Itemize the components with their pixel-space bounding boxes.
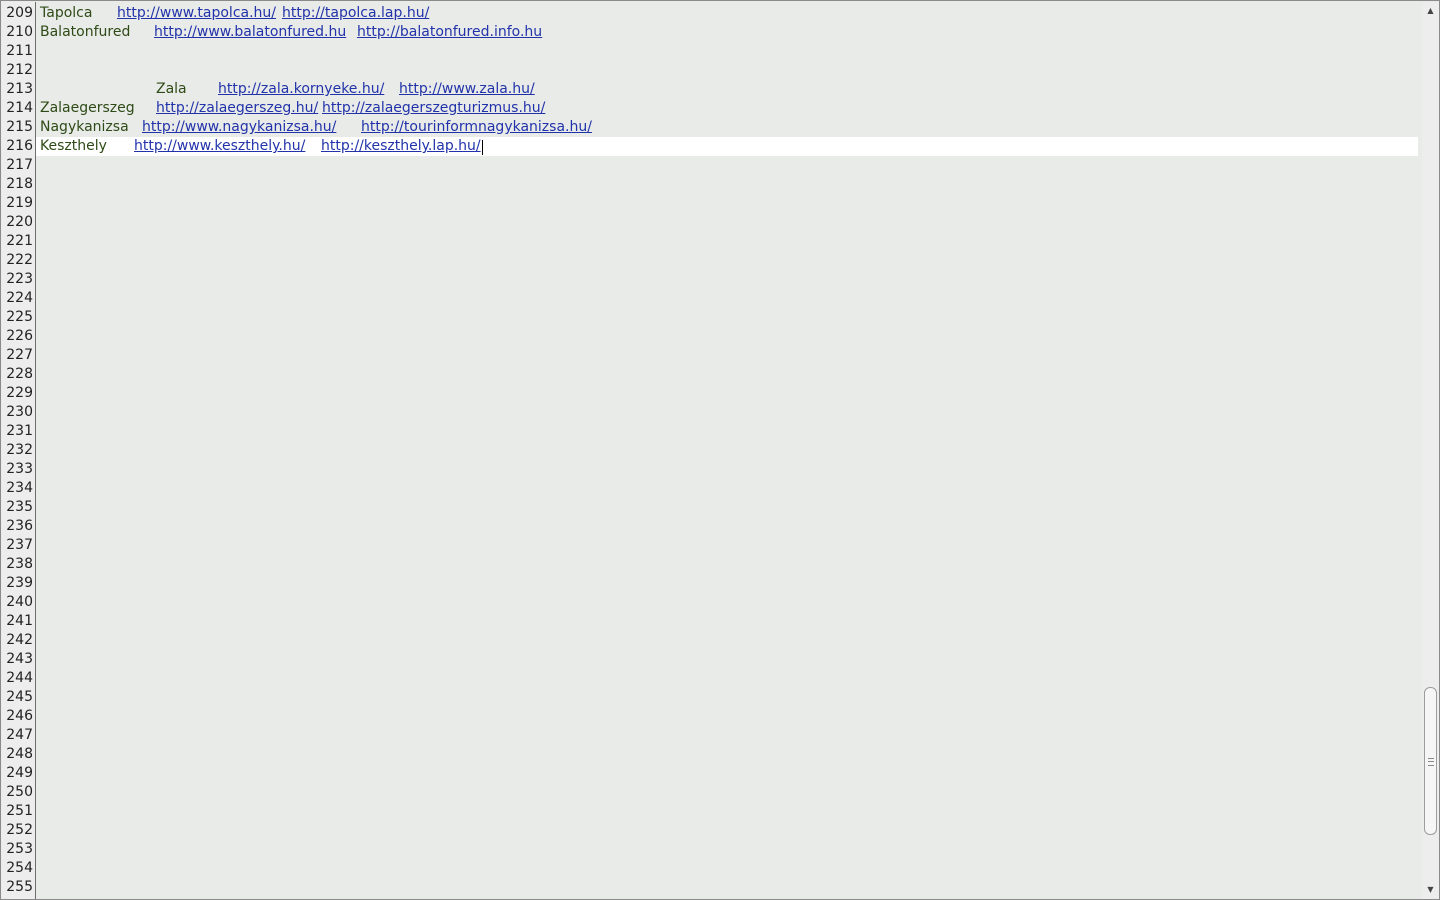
editor-content[interactable]: Tapolca http://www.tapolca.hu/ http://ta…	[36, 2, 1422, 899]
url-link[interactable]: http://www.nagykanizsa.hu/	[142, 118, 336, 137]
line-number: 225	[6, 309, 33, 325]
editor-line-209[interactable]: Tapolca http://www.tapolca.hu/ http://ta…	[36, 4, 1418, 23]
line-number: 236	[6, 518, 33, 534]
line-number: 253	[6, 841, 33, 857]
editor-line-213[interactable]: Zala http://zala.kornyeke.hu/ http://www…	[36, 80, 1418, 99]
line-number: 211	[6, 43, 33, 59]
line-number: 220	[6, 214, 33, 230]
url-link[interactable]: http://balatonfured.info.hu	[357, 23, 542, 42]
url-link[interactable]: http://www.tapolca.hu/	[117, 4, 276, 23]
line-number: 222	[6, 252, 33, 268]
url-link[interactable]: http://keszthely.lap.hu/	[321, 137, 481, 156]
line-number: 231	[6, 423, 33, 439]
vertical-scrollbar[interactable]: ▲ ▼	[1422, 2, 1439, 899]
line-number: 213	[6, 81, 33, 97]
line-number: 214	[6, 100, 33, 116]
editor-line-210[interactable]: Balatonfured http://www.balatonfured.hu …	[36, 23, 1418, 42]
line-number: 229	[6, 385, 33, 401]
url-link[interactable]: http://zala.kornyeke.hu/	[218, 80, 384, 99]
line-number: 244	[6, 670, 33, 686]
line-number: 221	[6, 233, 33, 249]
editor-line-215[interactable]: Nagykanizsa http://www.nagykanizsa.hu/ h…	[36, 118, 1418, 137]
line-number: 249	[6, 765, 33, 781]
line-number: 226	[6, 328, 33, 344]
region-name: Zala	[156, 81, 187, 97]
line-number: 218	[6, 176, 33, 192]
line-number: 246	[6, 708, 33, 724]
line-number: 216	[6, 138, 33, 154]
chevron-up-icon[interactable]: ▲	[1422, 4, 1439, 18]
line-number: 210	[6, 24, 33, 40]
url-link[interactable]: http://zalaegerszegturizmus.hu/	[322, 99, 545, 118]
line-number: 239	[6, 575, 33, 591]
editor-line-216-current[interactable]: Keszthely http://www.keszthely.hu/ http:…	[36, 137, 1418, 156]
line-number: 238	[6, 556, 33, 572]
line-number: 240	[6, 594, 33, 610]
line-number: 219	[6, 195, 33, 211]
line-number: 230	[6, 404, 33, 420]
line-number: 254	[6, 860, 33, 876]
url-link[interactable]: http://zalaegerszeg.hu/	[156, 99, 318, 118]
line-number: 252	[6, 822, 33, 838]
url-link[interactable]: http://www.balatonfured.hu	[154, 23, 346, 42]
city-name: Zalaegerszeg	[40, 100, 135, 116]
city-name: Nagykanizsa	[40, 119, 129, 135]
line-number: 235	[6, 499, 33, 515]
line-number: 251	[6, 803, 33, 819]
line-number: 209	[6, 5, 33, 21]
line-number: 212	[6, 62, 33, 78]
line-number-gutter: 209 210 211 212 213 214 215 216 217 218 219 220 221 2…	[2, 2, 36, 899]
line-number: 241	[6, 613, 33, 629]
url-link[interactable]: http://www.zala.hu/	[399, 80, 535, 99]
line-number: 227	[6, 347, 33, 363]
line-number: 215	[6, 119, 33, 135]
city-name: Balatonfured	[40, 24, 131, 40]
line-number: 255	[6, 879, 33, 895]
scrollbar-thumb[interactable]	[1424, 687, 1437, 835]
chevron-down-icon[interactable]: ▼	[1422, 883, 1439, 897]
line-number: 224	[6, 290, 33, 306]
editor-line-214[interactable]: Zalaegerszeg http://zalaegerszeg.hu/ htt…	[36, 99, 1418, 118]
url-link[interactable]: http://www.keszthely.hu/	[134, 137, 305, 156]
line-number: 237	[6, 537, 33, 553]
url-link[interactable]: http://tourinformnagykanizsa.hu/	[361, 118, 592, 137]
line-number: 217	[6, 157, 33, 173]
grip-icon	[1428, 758, 1434, 766]
line-number: 243	[6, 651, 33, 667]
line-number: 250	[6, 784, 33, 800]
line-number: 245	[6, 689, 33, 705]
text-editor[interactable]: 209 210 211 212 213 214 215 216 217 218 219 220 221 2…	[0, 0, 1440, 900]
line-number: 242	[6, 632, 33, 648]
line-number: 247	[6, 727, 33, 743]
line-number: 232	[6, 442, 33, 458]
text-cursor	[482, 140, 483, 155]
line-number: 223	[6, 271, 33, 287]
line-number: 248	[6, 746, 33, 762]
line-number: 228	[6, 366, 33, 382]
city-name: Keszthely	[40, 138, 107, 154]
line-number: 233	[6, 461, 33, 477]
url-link[interactable]: http://tapolca.lap.hu/	[282, 4, 429, 23]
city-name: Tapolca	[40, 5, 93, 21]
line-number: 234	[6, 480, 33, 496]
